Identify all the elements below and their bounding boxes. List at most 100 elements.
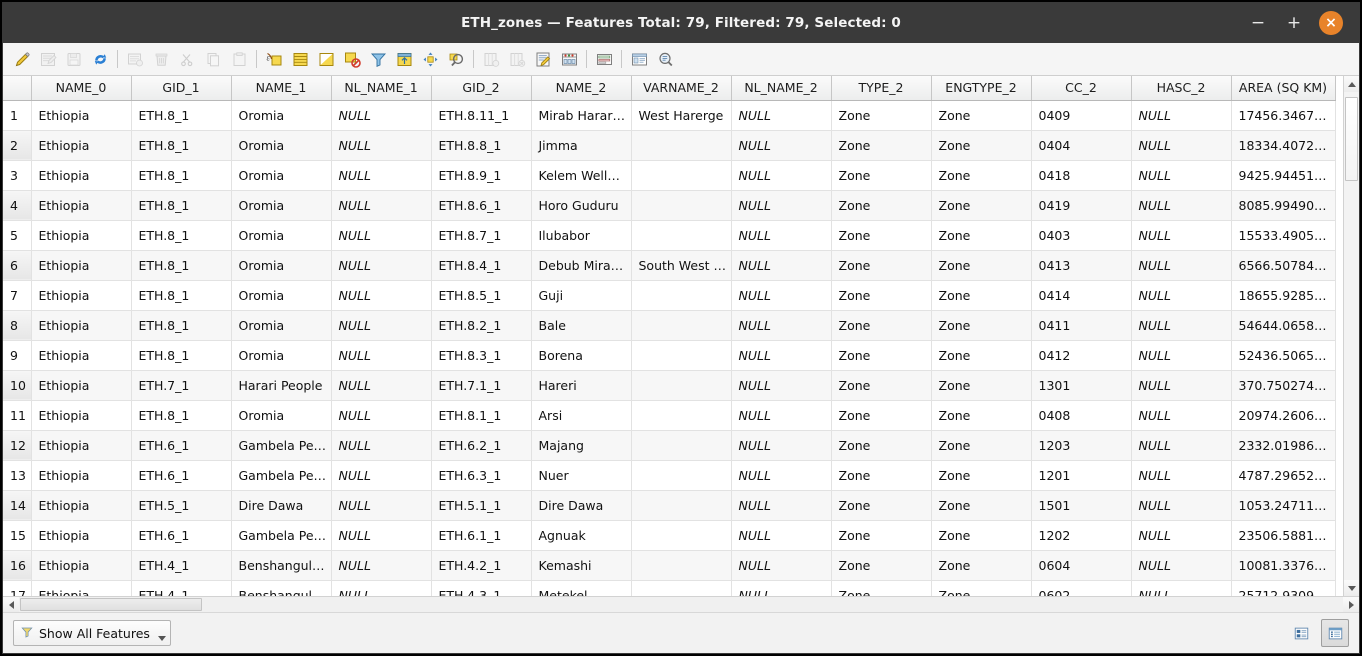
cell-area-sq-km[interactable]: 18655.9285…: [1231, 280, 1336, 311]
cell-name-0[interactable]: Ethiopia: [31, 310, 132, 341]
cell-varname-2[interactable]: [631, 520, 732, 551]
table-row[interactable]: 3 Ethiopia ETH.8_1 Oromia NULL ETH.8.9_1 Kelem…: [3, 160, 1336, 191]
column-header-name-2[interactable]: NAME_2: [531, 76, 632, 101]
cell-cc-2[interactable]: 0418: [1031, 160, 1132, 191]
cell-area-sq-km[interactable]: 54644.0658…: [1231, 310, 1336, 341]
vertical-scrollbar[interactable]: [1343, 76, 1359, 596]
cell-nl-name-2[interactable]: NULL: [731, 520, 832, 551]
cell-name-0[interactable]: Ethiopia: [31, 220, 132, 251]
cell-gid-2[interactable]: ETH.6.3_1: [431, 460, 532, 491]
cell-engtype-2[interactable]: Zone: [931, 430, 1032, 461]
column-header-nl-name-1[interactable]: NL_NAME_1: [331, 76, 432, 101]
cell-engtype-2[interactable]: Zone: [931, 340, 1032, 371]
cell-nl-name-1[interactable]: NULL: [331, 280, 432, 311]
cell-name-1[interactable]: Dire Dawa: [231, 490, 332, 521]
cell-varname-2[interactable]: [631, 370, 732, 401]
cell-hasc-2[interactable]: NULL: [1131, 370, 1232, 401]
cell-varname-2[interactable]: South West …: [631, 250, 732, 281]
cell-gid-1[interactable]: ETH.5_1: [131, 490, 232, 521]
cell-cc-2[interactable]: 1201: [1031, 460, 1132, 491]
cell-engtype-2[interactable]: Zone: [931, 220, 1032, 251]
cell-type-2[interactable]: Zone: [831, 490, 932, 521]
cell-engtype-2[interactable]: Zone: [931, 250, 1032, 281]
row-number[interactable]: 12: [3, 430, 32, 461]
cell-nl-name-1[interactable]: NULL: [331, 460, 432, 491]
cell-engtype-2[interactable]: Zone: [931, 580, 1032, 596]
cell-nl-name-2[interactable]: NULL: [731, 370, 832, 401]
cell-area-sq-km[interactable]: 15533.4905…: [1231, 220, 1336, 251]
row-number[interactable]: 2: [3, 130, 32, 161]
cell-area-sq-km[interactable]: 8085.99490…: [1231, 190, 1336, 221]
cell-gid-2[interactable]: ETH.4.3_1: [431, 580, 532, 596]
cell-hasc-2[interactable]: NULL: [1131, 160, 1232, 191]
cell-varname-2[interactable]: [631, 400, 732, 431]
cell-cc-2[interactable]: 0414: [1031, 280, 1132, 311]
row-number[interactable]: 4: [3, 190, 32, 221]
table-row[interactable]: 7 Ethiopia ETH.8_1 Oromia NULL ETH.8.5_1 Guji N…: [3, 280, 1336, 311]
cell-varname-2[interactable]: [631, 280, 732, 311]
cell-cc-2[interactable]: 1202: [1031, 520, 1132, 551]
cell-nl-name-1[interactable]: NULL: [331, 100, 432, 131]
cell-varname-2[interactable]: [631, 550, 732, 581]
organize-columns-icon[interactable]: [591, 46, 617, 72]
horizontal-scrollbar[interactable]: [3, 596, 1359, 612]
cell-name-2[interactable]: Arsi: [531, 400, 632, 431]
cell-engtype-2[interactable]: Zone: [931, 370, 1032, 401]
pan-map-to-selected-icon[interactable]: [417, 46, 443, 72]
cell-engtype-2[interactable]: Zone: [931, 490, 1032, 521]
zoom-map-to-selected-icon[interactable]: [443, 46, 469, 72]
cell-gid-2[interactable]: ETH.8.8_1: [431, 130, 532, 161]
cell-type-2[interactable]: Zone: [831, 160, 932, 191]
cell-gid-1[interactable]: ETH.4_1: [131, 580, 232, 596]
cell-name-1[interactable]: Oromia: [231, 130, 332, 161]
table-row[interactable]: 4 Ethiopia ETH.8_1 Oromia NULL ETH.8.6_1 Horo …: [3, 190, 1336, 221]
cell-nl-name-1[interactable]: NULL: [331, 130, 432, 161]
row-number[interactable]: 17: [3, 580, 32, 596]
cell-area-sq-km[interactable]: 2332.01986…: [1231, 430, 1336, 461]
cell-nl-name-2[interactable]: NULL: [731, 130, 832, 161]
cell-hasc-2[interactable]: NULL: [1131, 520, 1232, 551]
cell-hasc-2[interactable]: NULL: [1131, 190, 1232, 221]
cell-gid-1[interactable]: ETH.8_1: [131, 310, 232, 341]
cell-name-2[interactable]: Kemashi: [531, 550, 632, 581]
cell-name-0[interactable]: Ethiopia: [31, 430, 132, 461]
cell-hasc-2[interactable]: NULL: [1131, 130, 1232, 161]
table-row[interactable]: 8 Ethiopia ETH.8_1 Oromia NULL ETH.8.2_1 Bale N…: [3, 310, 1336, 341]
cell-engtype-2[interactable]: Zone: [931, 130, 1032, 161]
row-number[interactable]: 9: [3, 340, 32, 371]
cell-cc-2[interactable]: 0412: [1031, 340, 1132, 371]
cell-hasc-2[interactable]: NULL: [1131, 490, 1232, 521]
cell-gid-2[interactable]: ETH.8.5_1: [431, 280, 532, 311]
cell-gid-2[interactable]: ETH.8.7_1: [431, 220, 532, 251]
cell-gid-1[interactable]: ETH.8_1: [131, 220, 232, 251]
cell-name-0[interactable]: Ethiopia: [31, 460, 132, 491]
cell-gid-1[interactable]: ETH.8_1: [131, 340, 232, 371]
cell-hasc-2[interactable]: NULL: [1131, 400, 1232, 431]
cell-gid-2[interactable]: ETH.8.11_1: [431, 100, 532, 131]
invert-selection-icon[interactable]: [313, 46, 339, 72]
cell-type-2[interactable]: Zone: [831, 280, 932, 311]
table-row[interactable]: 12 Ethiopia ETH.6_1 Gambela Pe… NULL ETH.6.2_…: [3, 430, 1336, 461]
cell-name-2[interactable]: Mirab Harar…: [531, 100, 632, 131]
cell-name-1[interactable]: Harari People: [231, 370, 332, 401]
cell-varname-2[interactable]: [631, 190, 732, 221]
move-selection-to-top-icon[interactable]: [391, 46, 417, 72]
cell-engtype-2[interactable]: Zone: [931, 160, 1032, 191]
cell-nl-name-2[interactable]: NULL: [731, 430, 832, 461]
cell-gid-2[interactable]: ETH.8.6_1: [431, 190, 532, 221]
cell-hasc-2[interactable]: NULL: [1131, 100, 1232, 131]
cell-name-1[interactable]: Oromia: [231, 400, 332, 431]
form-view-button[interactable]: [1287, 619, 1315, 647]
table-row[interactable]: 16 Ethiopia ETH.4_1 Benshangul… NULL ETH.4.2_…: [3, 550, 1336, 581]
cell-nl-name-2[interactable]: NULL: [731, 310, 832, 341]
cell-nl-name-2[interactable]: NULL: [731, 490, 832, 521]
cell-hasc-2[interactable]: NULL: [1131, 580, 1232, 596]
cell-name-2[interactable]: Agnuak: [531, 520, 632, 551]
vertical-scrollbar-thumb[interactable]: [1345, 97, 1358, 181]
cell-gid-2[interactable]: ETH.6.1_1: [431, 520, 532, 551]
cell-gid-2[interactable]: ETH.6.2_1: [431, 430, 532, 461]
cell-name-1[interactable]: Benshangul…: [231, 580, 332, 596]
table-view-button[interactable]: [1321, 619, 1349, 647]
cell-engtype-2[interactable]: Zone: [931, 520, 1032, 551]
close-button[interactable]: ×: [1319, 11, 1343, 35]
